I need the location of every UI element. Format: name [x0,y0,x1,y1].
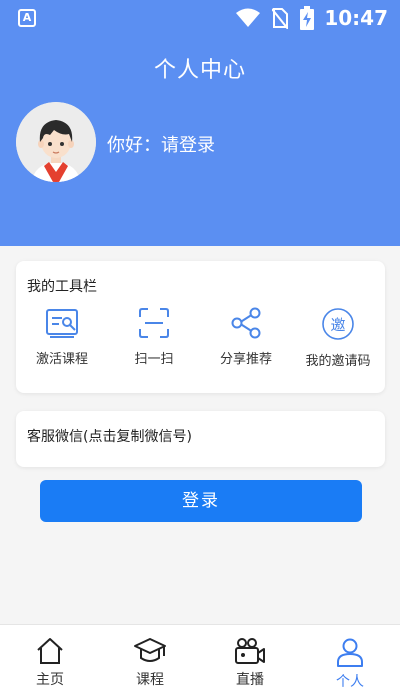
activate-course-icon [46,309,78,338]
avatar[interactable] [16,102,96,182]
login-prompt[interactable]: 你好：请登录 [107,131,215,157]
tab-personal[interactable]: 个人 [300,625,400,700]
customer-service-label: 客服微信(点击复制微信号) [27,429,192,445]
status-bar: A 10:47 [0,0,400,36]
tool-scan[interactable]: 扫一扫 [108,307,200,377]
toolbar-title: 我的工具栏 [27,279,97,295]
page-title: 个人中心 [153,58,246,83]
login-button[interactable]: 登录 [40,480,362,522]
person-icon [337,638,363,667]
tab-label: 课程 [136,672,164,688]
tool-invite-code[interactable]: 邀 我的邀请码 [292,307,384,377]
home-icon [37,638,63,664]
tab-live[interactable]: 直播 [200,625,300,700]
customer-service-card[interactable]: 客服微信(点击复制微信号) [16,411,385,467]
invite-glyph: 邀 [330,316,345,334]
tool-label: 我的邀请码 [305,354,371,369]
avatar-illustration [16,102,96,182]
share-icon [231,307,261,339]
status-time: 10:47 [324,6,388,30]
tab-course[interactable]: 课程 [100,625,200,700]
tab-home[interactable]: 主页 [0,625,100,700]
invite-code-icon: 邀 [322,308,354,340]
tab-label: 个人 [336,674,364,690]
course-icon [134,638,166,662]
tool-activate-course[interactable]: 激活课程 [16,307,108,377]
scan-icon [139,308,169,338]
tab-label: 直播 [236,672,264,688]
status-icons [236,6,314,30]
tool-share[interactable]: 分享推荐 [200,307,292,377]
wifi-icon [236,8,260,27]
live-icon [235,638,265,664]
profile-header: A 10:47 个人中心 你好：请登录 [0,0,400,246]
no-sim-icon [272,8,288,29]
tool-label: 激活课程 [35,352,88,367]
tab-label: 主页 [36,672,64,688]
tool-label: 扫一扫 [134,352,174,367]
tool-label: 分享推荐 [219,352,272,367]
toolbar-card: 我的工具栏 激活课程 扫一扫 分享推荐 邀 我的邀请码 [16,261,385,393]
app-notification-icon: A [18,9,36,27]
bottom-tab-bar: 主页 课程 直播 个人 [0,624,400,700]
battery-charging-icon [300,6,314,30]
